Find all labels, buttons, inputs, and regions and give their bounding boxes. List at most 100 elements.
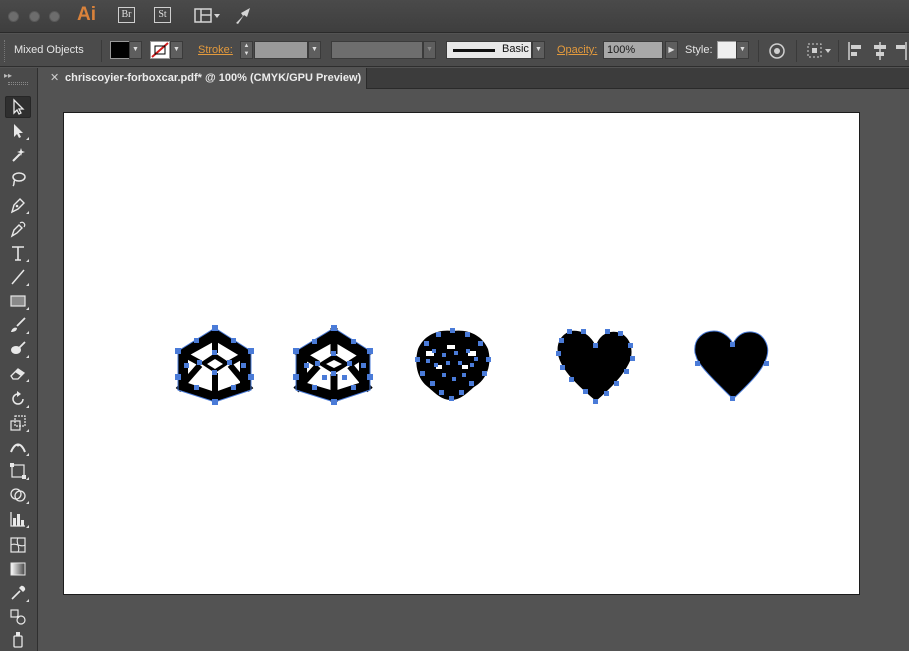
scale-tool[interactable]: [5, 412, 31, 434]
magic-wand-tool[interactable]: [5, 144, 31, 166]
mesh-icon: [10, 537, 26, 553]
rectangle-tool[interactable]: [5, 290, 31, 312]
line-segment-tool[interactable]: [5, 266, 31, 288]
type-t-icon: [12, 246, 24, 261]
artboard[interactable]: [63, 112, 860, 595]
style-label: Style:: [685, 44, 713, 56]
variable-width-dropdown[interactable]: ▼: [423, 41, 436, 59]
blend-icon: [10, 609, 26, 625]
separator: [758, 40, 759, 62]
opacity-label-wrap: Opacity:: [557, 44, 597, 56]
variable-width-profile-field[interactable]: [331, 41, 423, 59]
zoom-window-button[interactable]: [49, 11, 60, 22]
graph-tool[interactable]: [5, 508, 31, 530]
shape-builder-icon: [10, 488, 26, 502]
control-bar-grip[interactable]: [4, 40, 6, 62]
morph-blob-shape[interactable]: [415, 328, 491, 401]
free-transform-tool[interactable]: [5, 460, 31, 482]
brush-dropdown-arrow[interactable]: ▼: [532, 41, 545, 59]
magic-wand-icon: [12, 148, 25, 162]
paintbrush-icon: [11, 317, 26, 332]
width-tool[interactable]: [5, 436, 31, 458]
stroke-label-wrap: Stroke:: [198, 44, 233, 56]
close-window-button[interactable]: [8, 11, 19, 22]
direct-selection-arrow-icon: [14, 124, 23, 138]
eraser-icon: [10, 368, 26, 380]
minimize-window-button[interactable]: [29, 11, 40, 22]
symbol-sprayer-icon: [13, 632, 23, 648]
arrange-documents-icon[interactable]: [194, 6, 222, 26]
graphic-style-dropdown[interactable]: ▼: [736, 41, 749, 59]
line-segment-icon: [11, 269, 25, 285]
shape-builder-tool[interactable]: [5, 484, 31, 506]
document-tab-bar: ✕ chriscoyier-forboxcar.pdf* @ 100% (CMY…: [39, 68, 909, 89]
stroke-weight-field[interactable]: [254, 41, 308, 59]
recolor-artwork-icon[interactable]: [768, 42, 786, 65]
graphic-style-swatch[interactable]: [717, 41, 737, 59]
cube-logo-outline-1[interactable]: [175, 325, 254, 405]
pen-icon: [10, 198, 25, 214]
cube-logo-outline-2[interactable]: [293, 325, 373, 405]
align-center-icon[interactable]: [872, 41, 888, 66]
align-left-icon[interactable]: [847, 41, 863, 66]
gradient-tool[interactable]: [5, 558, 31, 580]
mesh-tool[interactable]: [5, 534, 31, 556]
blend-tool[interactable]: [5, 606, 31, 628]
stroke-weight-stepper[interactable]: ▲ ▼: [240, 41, 253, 59]
fill-dropdown-arrow[interactable]: ▼: [129, 41, 142, 59]
width-icon: [10, 443, 26, 453]
brush-profile-label: Basic: [502, 43, 529, 55]
stroke-dropdown-arrow[interactable]: ▼: [170, 41, 183, 59]
collapse-panel-icon[interactable]: ▸▸: [4, 71, 12, 80]
free-transform-icon: [10, 463, 26, 479]
document-tab-title: chriscoyier-forboxcar.pdf* @ 100% (CMYK/…: [65, 72, 362, 84]
document-tab[interactable]: ✕ chriscoyier-forboxcar.pdf* @ 100% (CMY…: [39, 68, 367, 89]
heart-shape-rough[interactable]: [556, 329, 635, 404]
app-logo: Ai: [77, 4, 96, 25]
symbol-sprayer-tool[interactable]: [5, 628, 31, 650]
blob-brush-tool[interactable]: [5, 338, 31, 360]
opacity-field[interactable]: 100%: [603, 41, 663, 59]
brush-stroke-preview: [453, 49, 495, 52]
eyedropper-icon: [11, 585, 26, 600]
stroke-panel-link[interactable]: Stroke:: [198, 44, 233, 56]
brush-definition-field[interactable]: Basic: [446, 41, 532, 59]
canvas-area[interactable]: [39, 90, 909, 651]
artwork-layer[interactable]: [64, 113, 861, 596]
tools-panel-grip[interactable]: [8, 82, 28, 85]
fill-color-swatch[interactable]: [110, 41, 130, 59]
gpu-performance-icon[interactable]: [234, 6, 256, 26]
separator: [838, 40, 839, 62]
lasso-icon: [12, 172, 26, 187]
tools-panel: ▸▸: [0, 68, 38, 651]
lasso-tool[interactable]: [5, 168, 31, 190]
rotate-icon: [12, 391, 24, 405]
gradient-icon: [10, 562, 26, 576]
rotate-tool[interactable]: [5, 388, 31, 410]
scale-icon: [10, 415, 26, 431]
curvature-tool[interactable]: [5, 218, 31, 240]
illustrator-window: Ai Br St Mixed Objects ▼ ▼ Stroke: ▲ ▼ ▼…: [0, 0, 909, 651]
heart-shape-smooth[interactable]: [694, 330, 769, 401]
curvature-pen-icon: [10, 221, 26, 238]
close-tab-icon[interactable]: ✕: [50, 71, 59, 84]
stock-button[interactable]: St: [154, 7, 171, 23]
selection-arrow-icon: [13, 98, 25, 115]
selection-tool[interactable]: [5, 96, 31, 118]
opacity-slider-arrow[interactable]: ▶: [665, 41, 678, 59]
bridge-button[interactable]: Br: [118, 7, 135, 23]
isolate-group-icon[interactable]: [806, 42, 834, 65]
stroke-color-swatch[interactable]: [150, 41, 170, 59]
stroke-weight-dropdown[interactable]: ▼: [308, 41, 321, 59]
direct-selection-tool[interactable]: [5, 120, 31, 142]
application-bar: Ai Br St: [0, 0, 909, 33]
blob-brush-icon: [11, 341, 26, 354]
eraser-tool[interactable]: [5, 362, 31, 384]
paintbrush-tool[interactable]: [5, 314, 31, 336]
selection-type-label: Mixed Objects: [14, 44, 84, 56]
opacity-panel-link[interactable]: Opacity:: [557, 44, 597, 56]
align-right-icon[interactable]: [896, 41, 908, 66]
eyedropper-tool[interactable]: [5, 582, 31, 604]
pen-tool[interactable]: [5, 194, 31, 216]
type-tool[interactable]: [5, 242, 31, 264]
